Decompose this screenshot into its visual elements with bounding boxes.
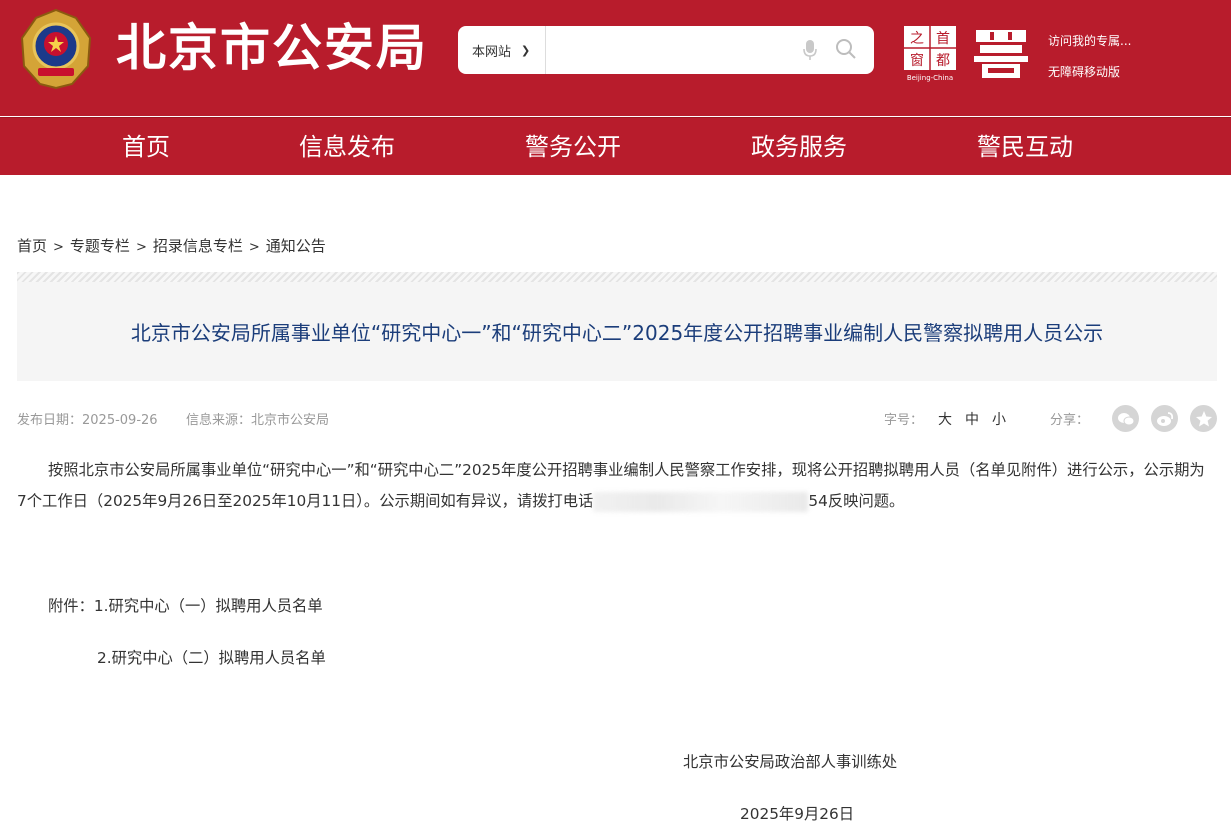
weibo-icon[interactable] (1151, 405, 1178, 432)
police-jing-logo[interactable] (972, 28, 1030, 80)
svg-text:都: 都 (936, 53, 950, 69)
search-icon[interactable] (835, 38, 857, 60)
breadcrumb: 首页 > 专题专栏 > 招录信息专栏 > 通知公告 (17, 235, 326, 256)
font-size-small-button[interactable]: 小 (992, 409, 1006, 429)
search-input[interactable] (548, 34, 788, 66)
capital-window-logo[interactable]: 之 首 窗 都 Beijing-China (903, 25, 957, 83)
attachment-2-link[interactable]: 2.研究中心（二）拟聘用人员名单 (97, 646, 326, 668)
microphone-icon[interactable] (802, 39, 818, 61)
article-title: 北京市公安局所属事业单位“研究中心一”和“研究中心二”2025年度公开招聘事业编… (130, 321, 1104, 345)
breadcrumb-recruitment[interactable]: 招录信息专栏 (153, 237, 243, 255)
attachment-1-link[interactable]: 附件：1.研究中心（一）拟聘用人员名单 (48, 594, 323, 616)
main-nav: 首页 信息发布 警务公开 政务服务 警民互动 (0, 117, 1231, 175)
police-emblem-logo[interactable] (16, 8, 96, 90)
title-box: 北京市公安局所属事业单位“研究中心一”和“研究中心二”2025年度公开招聘事业编… (17, 282, 1217, 381)
share-label: 分享： (1050, 413, 1090, 428)
nav-gov-services[interactable]: 政务服务 (751, 118, 847, 176)
breadcrumb-home[interactable]: 首页 (17, 237, 47, 255)
site-header: 北京市公安局 本网站 ❯ 之 首 窗 都 Beijing-China 访问我的专… (0, 0, 1231, 116)
redacted-phone-number (593, 491, 809, 512)
title-stripe-divider (17, 272, 1217, 282)
favorite-icon[interactable] (1190, 405, 1217, 432)
svg-text:之: 之 (910, 31, 924, 47)
font-size-large-button[interactable]: 大 (938, 409, 952, 429)
nav-info-release[interactable]: 信息发布 (299, 118, 395, 176)
svg-text:首: 首 (936, 31, 950, 47)
breadcrumb-special-topics[interactable]: 专题专栏 (70, 237, 130, 255)
search-scope-label: 本网站 (472, 44, 512, 60)
nav-interaction[interactable]: 警民互动 (977, 118, 1073, 176)
svg-text:Beijing-China: Beijing-China (907, 74, 953, 82)
info-source: 信息来源：北京市公安局 (186, 413, 330, 428)
wechat-icon[interactable] (1112, 405, 1139, 432)
breadcrumb-separator: > (53, 240, 64, 255)
accessibility-mobile-link[interactable]: 无障碍移动版 (1048, 63, 1120, 80)
svg-text:窗: 窗 (910, 52, 924, 69)
search-scope-select[interactable]: 本网站 ❯ (458, 26, 546, 74)
paragraph-text-end: 54反映问题。 (808, 492, 905, 510)
site-title[interactable]: 北京市公安局 (116, 16, 428, 80)
signature-department: 北京市公安局政治部人事训练处 (683, 753, 898, 771)
signature-date: 2025年9月26日 (740, 805, 855, 823)
nav-home[interactable]: 首页 (122, 118, 170, 176)
chevron-down-icon: ❯ (521, 43, 531, 57)
nav-police-affairs[interactable]: 警务公开 (525, 118, 621, 176)
publish-date: 发布日期：2025-09-26 (17, 413, 158, 428)
personal-space-link[interactable]: 访问我的专属... (1048, 32, 1131, 49)
breadcrumb-notices[interactable]: 通知公告 (266, 237, 326, 255)
article-paragraph: 按照北京市公安局所属事业单位“研究中心一”和“研究中心二”2025年度公开招聘事… (17, 455, 1207, 517)
breadcrumb-separator: > (248, 240, 260, 255)
breadcrumb-separator: > (135, 240, 147, 255)
font-size-label: 字号： (884, 413, 924, 428)
font-size-medium-button[interactable]: 中 (965, 409, 979, 429)
